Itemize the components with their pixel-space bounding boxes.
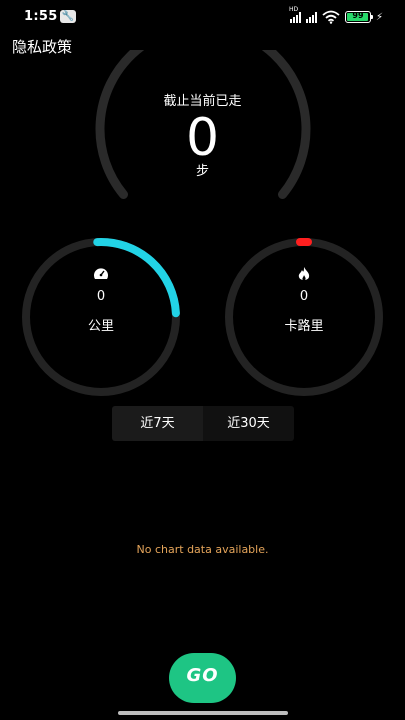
steps-value: 0	[185, 108, 220, 168]
speedometer-icon	[91, 267, 111, 284]
steps-unit: 步	[195, 164, 209, 179]
flame-icon	[294, 267, 314, 285]
cellular-signal-icon: HD	[289, 6, 301, 23]
tab-30-days[interactable]: 近30天	[203, 406, 294, 441]
privacy-policy-link[interactable]: 隐私政策	[12, 36, 72, 57]
home-indicator[interactable]	[118, 711, 288, 715]
chart-empty-message: No chart data available.	[136, 543, 269, 556]
distance-unit: 公里	[87, 319, 114, 334]
steps-label: 截止当前已走	[163, 94, 242, 109]
battery-level: 99	[352, 11, 364, 20]
go-button[interactable]: GO	[169, 653, 236, 703]
calories-value: 0	[299, 289, 309, 304]
calories-gauge: 0 卡路里	[224, 237, 384, 397]
status-time: 1:55	[24, 9, 58, 24]
distance-gauge: 0 公里	[21, 237, 181, 397]
charging-icon: ⚡	[375, 11, 383, 23]
calories-unit: 卡路里	[284, 319, 324, 334]
cellular-signal-2-icon	[305, 11, 317, 23]
tab-7-days[interactable]: 近7天	[112, 406, 203, 441]
go-button-label: GO	[186, 665, 219, 686]
wifi-icon	[322, 10, 340, 24]
wrench-icon: 🔧	[60, 10, 76, 23]
battery-icon: 99	[344, 11, 373, 23]
status-indicators: HD 99 ⚡	[289, 6, 383, 25]
status-bar: 1:55 🔧 HD 99 ⚡	[0, 0, 405, 34]
distance-value: 0	[96, 289, 106, 304]
range-tabs: 近7天 近30天	[112, 406, 294, 441]
